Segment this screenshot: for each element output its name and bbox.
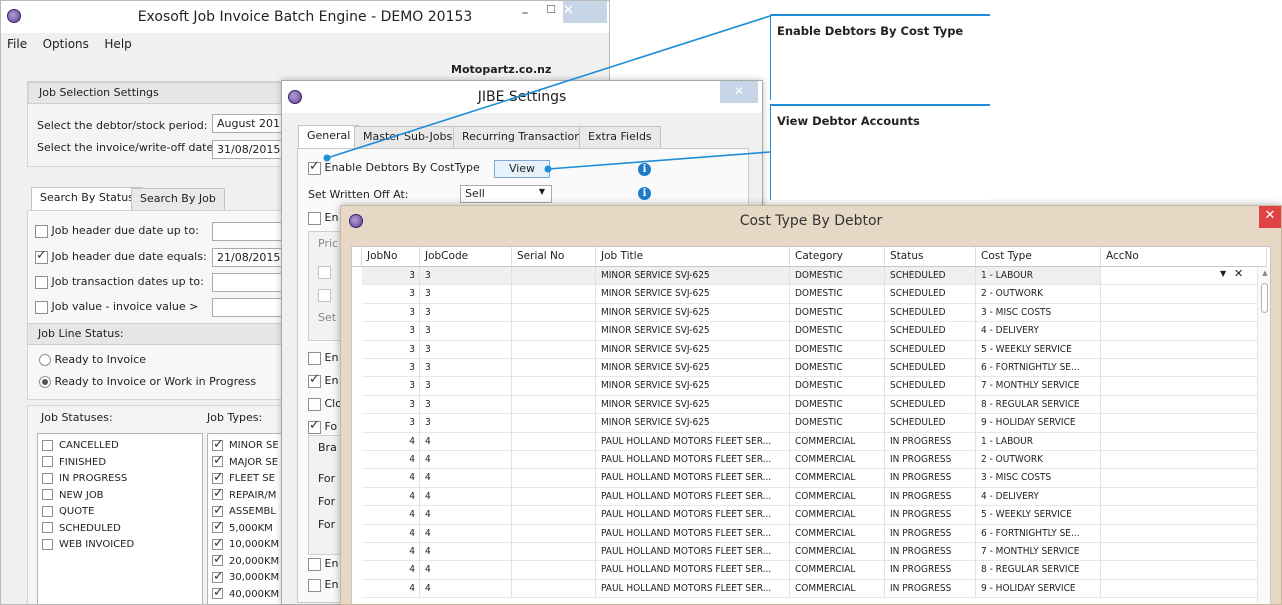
- callout-view: View Debtor Accounts: [770, 104, 990, 200]
- callout-enable-text: Enable Debtors By Cost Type: [777, 24, 964, 38]
- callout-line-enable: [326, 15, 771, 159]
- callout-lines: [323, 15, 771, 173]
- callout-enable: Enable Debtors By Cost Type: [770, 14, 990, 100]
- callout-dot-enable: [323, 154, 331, 162]
- callout-view-text: View Debtor Accounts: [777, 114, 920, 128]
- callout-dot-view: [544, 165, 552, 173]
- callout-line-view: [547, 151, 771, 170]
